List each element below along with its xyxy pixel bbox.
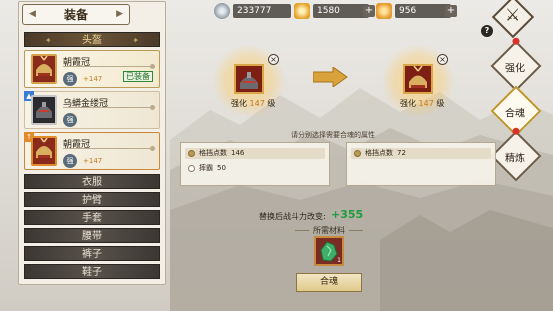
radio-button[interactable] <box>188 165 195 172</box>
gold-bars-icon <box>376 3 392 19</box>
category-label: 手套 <box>82 213 102 224</box>
category-pants[interactable]: 裤子 <box>24 246 160 261</box>
silver-amount: 233777 <box>233 4 291 18</box>
dark-helmet-icon <box>240 72 258 89</box>
equipment-panel: ◀ 装备 ▶ ✦ 头盔 ✦ 朝霞冠 强 +147 已装备 ▲ 乌蟒金缕冠 强 ↑… <box>18 1 166 285</box>
arrow-right-icon <box>313 67 348 87</box>
panel-title-text: 装备 <box>63 8 88 22</box>
level-unit: 级 <box>267 99 276 108</box>
add-gold-bars-button[interactable]: + <box>445 5 457 17</box>
gold-ingot-icon <box>294 3 310 19</box>
radio-button[interactable] <box>354 150 361 157</box>
merge-soul-button[interactable]: 合魂 <box>296 273 362 292</box>
helmet-icon <box>409 65 427 88</box>
item-divider <box>63 146 155 151</box>
right-ornament-icon: ▶ <box>116 9 123 19</box>
help-icon[interactable]: ? <box>481 25 493 37</box>
power-change-value: +355 <box>331 208 364 221</box>
target-level: 强化 147 级 <box>400 98 444 109</box>
source-level: 强化 147 级 <box>231 98 275 109</box>
level-number: 147 <box>418 99 434 108</box>
category-gloves[interactable]: 手套 <box>24 210 160 225</box>
item-level-badge: 强 <box>63 154 77 168</box>
helmet-icon <box>36 137 52 158</box>
dark-helmet-icon <box>36 102 52 118</box>
level-prefix: 强化 <box>231 99 247 108</box>
attr-name: 格挡点数 <box>199 149 227 157</box>
ornament-icon: ✦ <box>45 36 52 45</box>
target-attribute-box: 格挡点数 72 <box>346 142 496 186</box>
power-change-label: 替换后战斗力改变: <box>259 212 326 221</box>
silver-coin-icon <box>214 3 230 19</box>
gold-bars-currency: 956 + <box>376 3 457 19</box>
item-card-3[interactable]: ↑ 朝霞冠 强 +147 <box>24 132 160 170</box>
item-divider <box>63 105 155 110</box>
item-enhance-value: +147 <box>83 157 103 165</box>
item-level-badge: 强 <box>63 72 77 86</box>
item-card-1[interactable]: 朝霞冠 强 +147 已装备 <box>24 50 160 88</box>
gold-ingot-amount: 1580 <box>313 4 369 18</box>
remove-source-button[interactable]: × <box>268 54 279 65</box>
attr-value: 146 <box>231 149 245 157</box>
level-prefix: 强化 <box>400 99 416 108</box>
refine-label: 精炼 <box>504 153 525 165</box>
category-helmet[interactable]: ✦ 头盔 ✦ <box>24 32 160 47</box>
helmet-thumbnail <box>31 136 57 166</box>
gold-ingot-currency: 1580 + <box>294 3 375 19</box>
materials-title: 所需材料 <box>295 226 363 235</box>
attr-value: 72 <box>397 149 406 157</box>
item-enhance-value: +147 <box>83 75 103 83</box>
attr-name: 格挡点数 <box>365 149 393 157</box>
source-gear-slot[interactable] <box>234 64 264 94</box>
helmet-thumbnail <box>31 95 57 125</box>
helmet-icon <box>36 55 52 76</box>
target-gear-slot[interactable] <box>403 64 433 94</box>
level-unit: 级 <box>436 99 445 108</box>
category-clothes[interactable]: 衣服 <box>24 174 160 189</box>
source-attribute-box: 格挡点数 146 摔霸 50 <box>180 142 330 186</box>
source-attr-row[interactable]: 摔霸 50 <box>185 163 325 174</box>
merge-soul-label: 合魂 <box>504 108 525 120</box>
source-attr-row[interactable]: 格挡点数 146 <box>185 148 325 159</box>
helmet-thumbnail <box>31 54 57 84</box>
enhance-label: 强化 <box>504 63 525 75</box>
category-shoes[interactable]: 鞋子 <box>24 264 160 279</box>
item-divider <box>63 64 155 69</box>
item-level-badge: 强 <box>63 113 77 127</box>
material-slot[interactable]: 1 <box>314 236 344 266</box>
category-label: 头盔 <box>82 35 102 46</box>
crossed-swords-icon: ⚔ <box>505 5 521 26</box>
category-label: 衣服 <box>82 177 102 188</box>
add-gold-ingot-button[interactable]: + <box>363 5 375 17</box>
gold-bars-amount: 956 <box>395 4 451 18</box>
panel-title: ◀ 装备 ▶ <box>22 4 130 25</box>
category-label: 腰带 <box>82 231 102 242</box>
category-label: 鞋子 <box>82 267 102 278</box>
target-attr-row[interactable]: 格挡点数 72 <box>351 148 491 159</box>
equipped-badge: 已装备 <box>123 71 153 82</box>
remove-target-button[interactable]: × <box>437 54 448 65</box>
category-label: 裤子 <box>82 249 102 260</box>
silver-currency: 233777 <box>214 3 291 19</box>
select-attribute-hint: 请分别选择需要合魂的属性 <box>291 131 375 139</box>
item-card-2[interactable]: ▲ 乌蟒金缕冠 强 <box>24 91 160 129</box>
attr-value: 50 <box>217 164 226 172</box>
level-number: 147 <box>249 99 265 108</box>
attr-name: 摔霸 <box>199 164 213 172</box>
category-armguard[interactable]: 护臂 <box>24 192 160 207</box>
ornament-icon: ✦ <box>132 36 139 45</box>
radio-button[interactable] <box>188 150 195 157</box>
category-belt[interactable]: 腰带 <box>24 228 160 243</box>
category-label: 护臂 <box>82 195 102 206</box>
material-count: 1 <box>337 257 341 264</box>
left-ornament-icon: ◀ <box>29 9 36 19</box>
